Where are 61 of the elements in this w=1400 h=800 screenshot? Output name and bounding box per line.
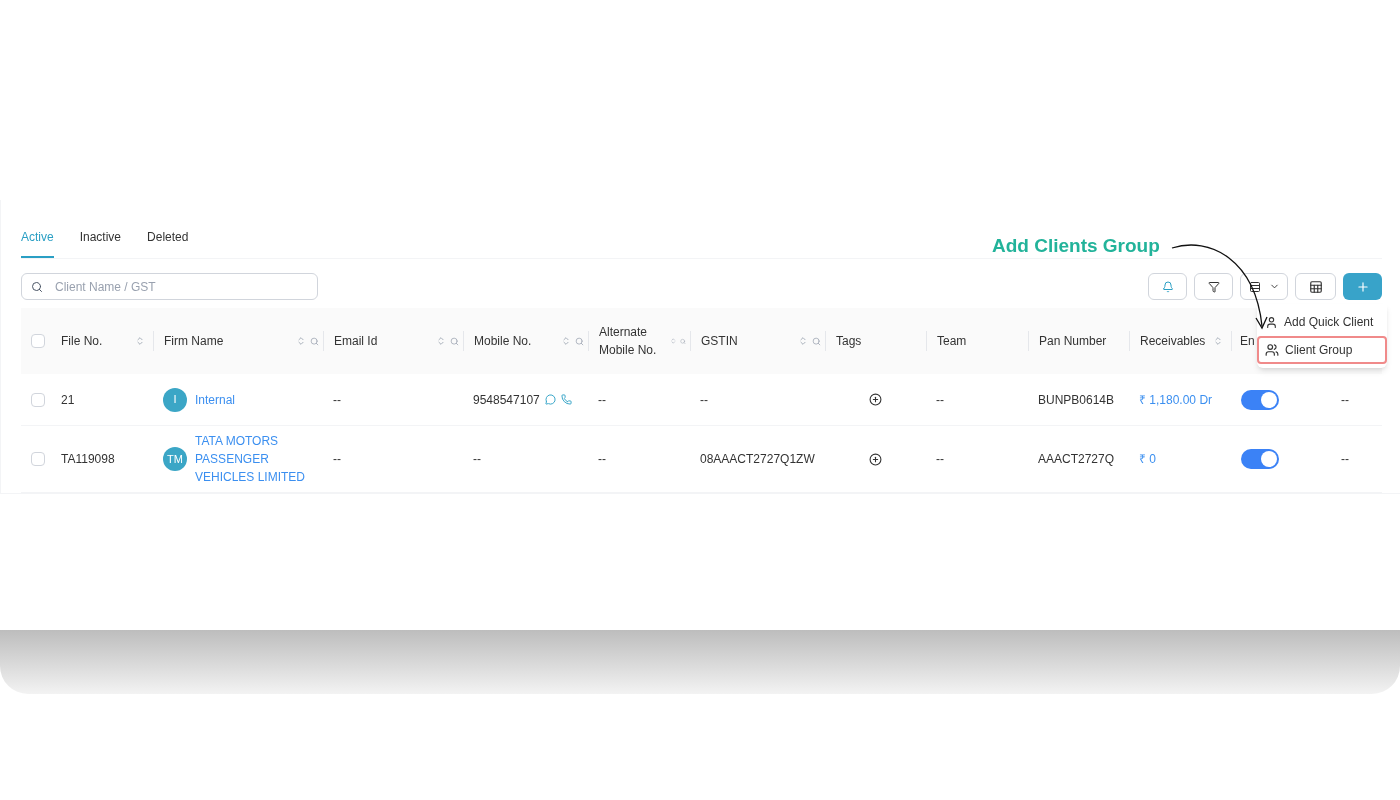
menu-item[interactable]: Add Quick Client [1257,308,1387,336]
filter-icon [1207,280,1220,293]
add-button[interactable] [1343,273,1382,300]
annotation-label: Add Clients Group [992,234,1160,258]
table-cell-text: -- [1340,391,1350,409]
table-cell-text: -- [332,391,342,409]
firm-name-link[interactable]: Internal [195,390,320,409]
checkbox[interactable] [31,392,45,407]
tab[interactable]: Deleted [147,228,189,258]
table-cell-text: -- [935,451,945,468]
receivables-link[interactable]: ₹ 0 [1129,450,1231,468]
filter-button[interactable] [1194,273,1233,300]
column-header: Team [937,333,967,350]
firm-name-link[interactable]: TATA MOTORS PASSENGER VEHICLES LIMITED [195,432,320,486]
column-header: Tags [836,333,862,350]
avatar-initials: I [163,387,187,412]
checkbox[interactable] [31,452,45,466]
phone-icon [560,394,572,405]
add-tag-icon[interactable] [869,393,882,406]
table-cell-text: -- [473,451,481,468]
table-cell-text: -- [597,391,607,409]
table-cell-text: 08AAACT2727Q1ZW [699,451,816,468]
column-header: Mobile No. [474,333,532,350]
bell-icon [1161,280,1174,293]
table-cell-text: AAACT2727Q [1037,451,1116,468]
avatar-initials: TM [163,447,187,471]
add-tag-icon[interactable] [869,452,882,466]
search-field[interactable]: Client Name / GST [21,273,318,300]
tab[interactable]: Active [21,228,54,258]
table-cell-text: -- [699,391,709,409]
column-header: Receivables [1140,333,1206,350]
column-header: Email Id [334,333,378,350]
checkbox[interactable] [31,334,45,348]
group-icon [1265,343,1279,357]
toggle-switch[interactable] [1241,389,1279,410]
column-header: Firm Name [164,333,224,350]
toggle-switch[interactable] [1241,449,1279,469]
table-cell-text: -- [332,451,342,468]
excel-button[interactable] [1295,273,1336,300]
columns-dropdown-button[interactable] [1240,273,1288,300]
menu-item[interactable]: Client Group [1257,336,1387,364]
plus-icon [1355,279,1370,294]
column-header: Pan Number [1039,333,1107,350]
column-header: En [1240,333,1255,350]
table-cell-text: TA119098 [60,451,116,468]
column-header: GSTIN [701,333,738,350]
receivables-link[interactable]: ₹ 1,180.00 Dr [1129,390,1231,409]
tab[interactable]: Inactive [79,228,122,258]
user-icon [1265,315,1278,329]
notification-button[interactable] [1148,273,1187,300]
table-cell-text: -- [597,451,607,468]
columns-icon [1248,280,1261,293]
table-cell-text: -- [1340,451,1350,468]
column-header: File No. [61,333,103,350]
table-cell-text: BUNPB0614B [1037,391,1116,409]
table-cell-text: 9548547107 [473,391,540,409]
table-cell-text: 21 [60,391,76,409]
spreadsheet-icon [1308,279,1323,294]
column-header: Alternate Mobile No. [599,324,658,359]
search-icon [31,281,43,293]
table-cell-text: -- [935,391,945,409]
